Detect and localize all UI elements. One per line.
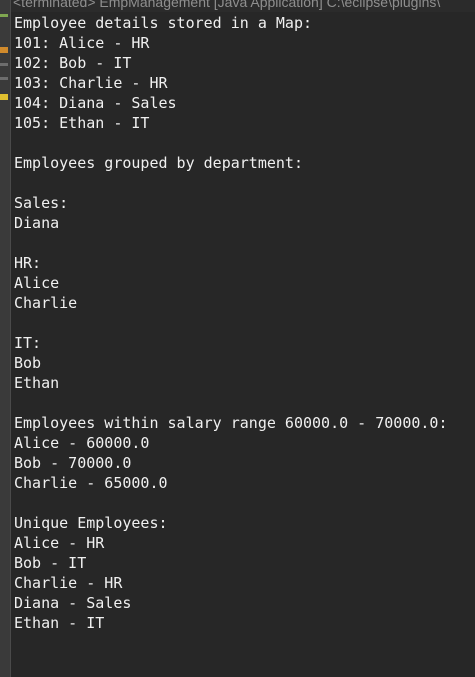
console-view: <terminated> EmpManagement [Java Applica…	[0, 0, 475, 677]
console-line: Bob - IT	[14, 554, 87, 572]
console-line: 103: Charlie - HR	[14, 74, 168, 92]
console-line: 101: Alice - HR	[14, 34, 150, 52]
console-line: 104: Diana - Sales	[14, 94, 177, 112]
console-title: <terminated> EmpManagement [Java Applica…	[13, 0, 441, 10]
console-line: Sales:	[14, 194, 69, 212]
console-line: Ethan	[14, 374, 60, 392]
console-line: Bob	[14, 354, 42, 372]
green-marker-icon	[0, 14, 8, 17]
console-output[interactable]: Employee details stored in a Map: 101: Al…	[14, 13, 475, 633]
console-line: Employees within salary range 60000.0 - …	[14, 414, 448, 432]
console-line: Charlie - 65000.0	[14, 474, 168, 492]
yellow-marker-icon	[0, 94, 8, 100]
console-line: Ethan - IT	[14, 614, 105, 632]
console-line: Bob - 70000.0	[14, 454, 132, 472]
console-line: Alice - 60000.0	[14, 434, 150, 452]
console-line: Employees grouped by department:	[14, 154, 303, 172]
console-line: Charlie - HR	[14, 574, 123, 592]
orange-marker-icon	[0, 47, 8, 53]
console-line: Diana - Sales	[14, 594, 132, 612]
console-line: 102: Bob - IT	[14, 54, 132, 72]
console-line: HR:	[14, 254, 42, 272]
console-line: Employee details stored in a Map:	[14, 14, 313, 32]
console-line: Diana	[14, 214, 60, 232]
console-gutter	[0, 0, 11, 677]
grey-marker-icon	[0, 77, 8, 80]
console-line: Alice - HR	[14, 534, 105, 552]
console-line: 105: Ethan - IT	[14, 114, 150, 132]
console-line: Charlie	[14, 294, 78, 312]
console-line: Alice	[14, 274, 60, 292]
grey-marker-icon	[0, 63, 8, 66]
console-title-bar: <terminated> EmpManagement [Java Applica…	[0, 0, 475, 12]
console-line: Unique Employees:	[14, 514, 168, 532]
console-line: IT:	[14, 334, 42, 352]
